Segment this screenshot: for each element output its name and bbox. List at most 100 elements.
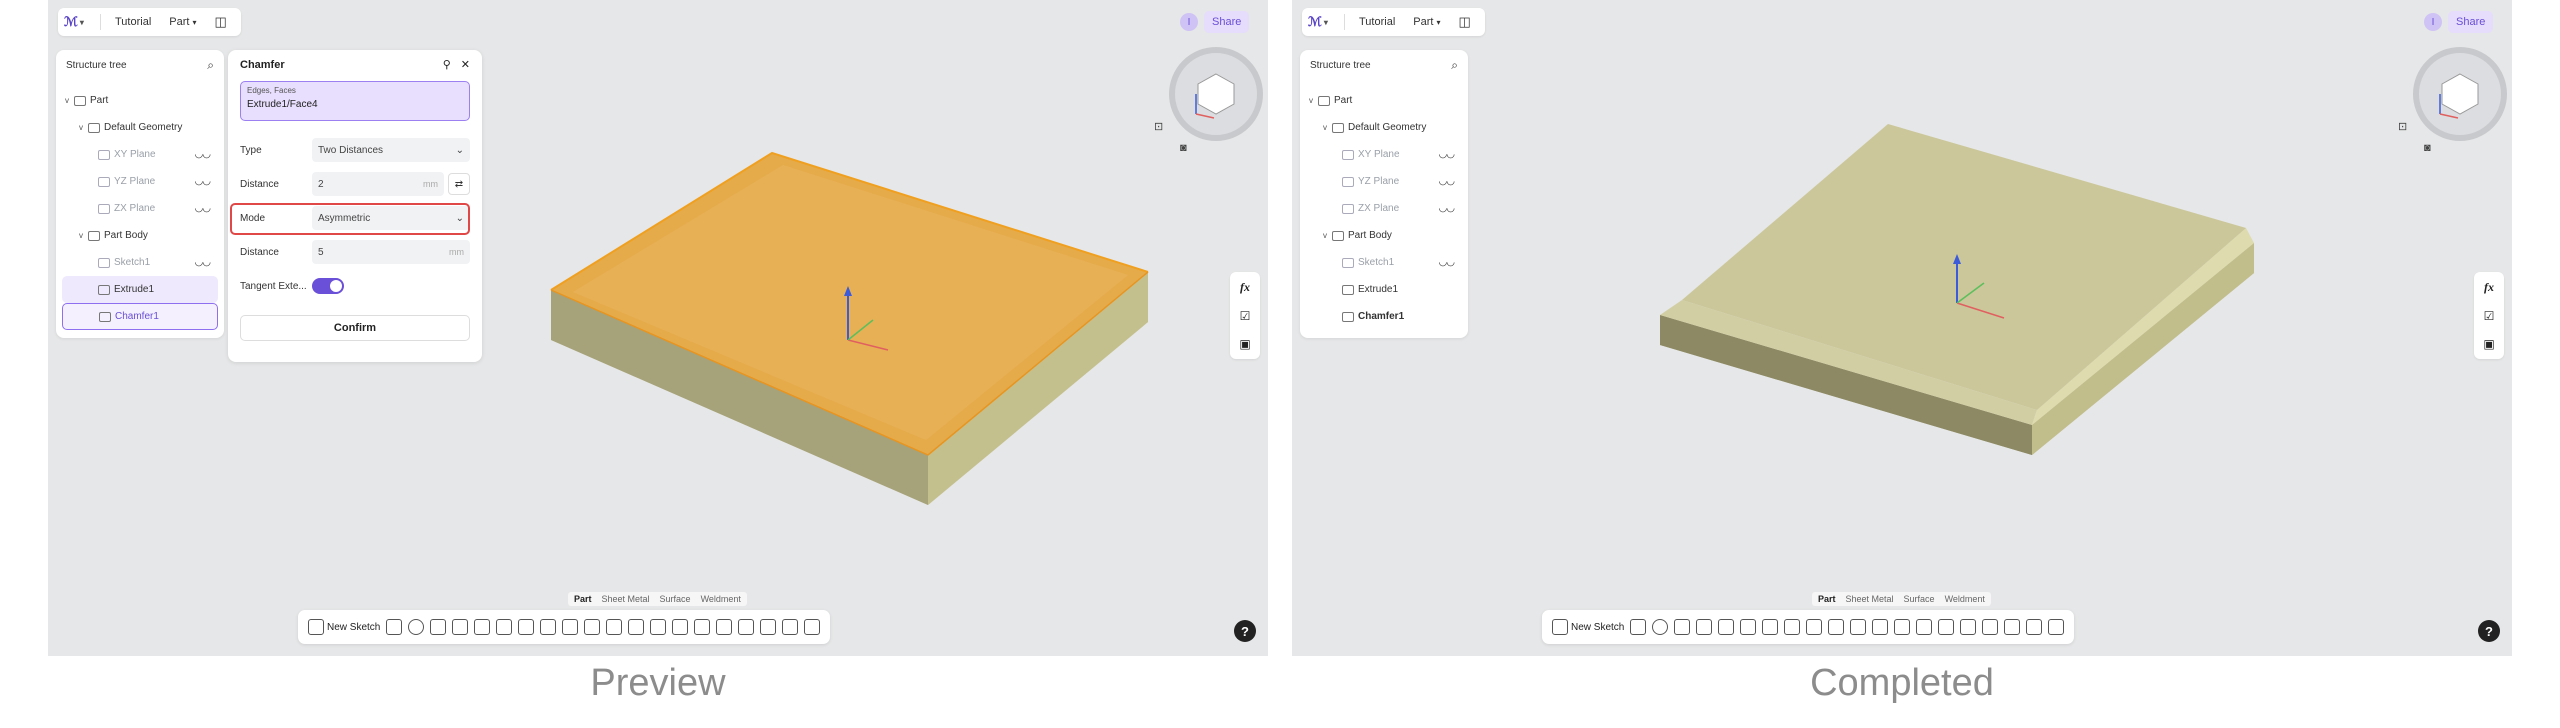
shell-icon[interactable] — [584, 619, 601, 635]
app-logo-icon[interactable]: ℳ ▾ — [64, 14, 94, 30]
properties-icon[interactable]: ▣ — [1239, 337, 1250, 351]
camera-icon[interactable]: ◙ — [2424, 142, 2431, 154]
pin-icon[interactable]: ⚲ — [443, 58, 451, 71]
hole-icon[interactable] — [1740, 619, 1757, 635]
panel-toggle-icon[interactable]: ◫ — [206, 10, 234, 34]
mirror-icon[interactable] — [1894, 619, 1911, 635]
formula-icon[interactable]: fx — [2484, 280, 2494, 295]
selection-field[interactable]: Edges, Faces Extrude1/Face4 — [240, 81, 470, 121]
draft-icon[interactable] — [1806, 619, 1823, 635]
new-sketch-button[interactable]: New Sketch — [1552, 619, 1624, 635]
rib-icon[interactable] — [474, 619, 491, 635]
tab-weldment[interactable]: Weldment — [701, 594, 741, 604]
mirror-icon[interactable] — [650, 619, 667, 635]
help-button[interactable]: ? — [2478, 620, 2500, 642]
tree-item-zx-plane[interactable]: ZX Plane ◡◡ — [62, 195, 218, 222]
sweep-icon[interactable] — [1674, 619, 1691, 635]
formula-icon[interactable]: fx — [1240, 280, 1250, 295]
search-icon[interactable]: ⌕ — [207, 58, 214, 73]
visibility-hidden-icon[interactable]: ◡◡ — [1439, 149, 1455, 160]
tree-item-sketch1[interactable]: Sketch1 ◡◡ — [62, 249, 218, 276]
thicken-icon[interactable] — [1850, 619, 1867, 635]
measure-icon[interactable] — [760, 619, 777, 635]
sweep-icon[interactable] — [430, 619, 447, 635]
tree-item-extrude1[interactable]: Extrude1 — [1306, 276, 1462, 303]
avatar[interactable]: I — [2424, 13, 2442, 31]
tree-item-chamfer1[interactable]: Chamfer1 — [62, 303, 218, 330]
tab-sheet-metal[interactable]: Sheet Metal — [602, 594, 650, 604]
tab-sheet-metal[interactable]: Sheet Metal — [1846, 594, 1894, 604]
avatar[interactable]: I — [1180, 13, 1198, 31]
tab-surface[interactable]: Surface — [1904, 594, 1935, 604]
extrude-icon[interactable] — [1630, 619, 1647, 635]
tab-part[interactable]: Part — [574, 594, 592, 604]
fillet-icon[interactable] — [1762, 619, 1779, 635]
combine-icon[interactable] — [1982, 619, 1999, 635]
tree-item-sketch1[interactable]: Sketch1 ◡◡ — [1306, 249, 1462, 276]
thicken-icon[interactable] — [606, 619, 623, 635]
section-icon[interactable] — [782, 619, 799, 635]
chevron-down-icon[interactable]: v — [1320, 123, 1330, 132]
chevron-down-icon[interactable]: v — [1306, 96, 1316, 105]
pattern-icon[interactable] — [1872, 619, 1889, 635]
chevron-down-icon[interactable]: v — [62, 96, 72, 105]
section-icon[interactable] — [2026, 619, 2043, 635]
shell-icon[interactable] — [1828, 619, 1845, 635]
tangent-toggle[interactable] — [312, 278, 344, 294]
mode-dropdown[interactable]: Part ▾ — [1405, 12, 1448, 32]
extrude-icon[interactable] — [386, 619, 403, 635]
pattern-icon[interactable] — [628, 619, 645, 635]
flip-direction-icon[interactable]: ⇄ — [448, 173, 470, 195]
document-name[interactable]: Tutorial — [107, 12, 159, 32]
hole-icon[interactable] — [496, 619, 513, 635]
boolean-icon[interactable] — [1938, 619, 1955, 635]
tree-item-part[interactable]: v Part — [62, 87, 218, 114]
viewport-completed[interactable] — [1292, 0, 2512, 656]
search-icon[interactable]: ⌕ — [1451, 58, 1458, 73]
tree-item-default-geometry[interactable]: v Default Geometry — [62, 114, 218, 141]
tree-item-yz-plane[interactable]: YZ Plane ◡◡ — [62, 168, 218, 195]
fit-view-icon[interactable]: ⊡ — [1154, 120, 1163, 133]
chevron-down-icon[interactable]: v — [76, 123, 86, 132]
chevron-down-icon[interactable]: v — [1320, 231, 1330, 240]
tab-part[interactable]: Part — [1818, 594, 1836, 604]
tree-item-part-body[interactable]: v Part Body — [1306, 222, 1462, 249]
tree-item-xy-plane[interactable]: XY Plane ◡◡ — [1306, 141, 1462, 168]
revolve-icon[interactable] — [1652, 619, 1669, 635]
visibility-hidden-icon[interactable]: ◡◡ — [195, 149, 211, 160]
tree-item-part[interactable]: v Part — [1306, 87, 1462, 114]
tree-item-part-body[interactable]: v Part Body — [62, 222, 218, 249]
app-logo-icon[interactable]: ℳ ▾ — [1308, 14, 1338, 30]
tree-item-yz-plane[interactable]: YZ Plane ◡◡ — [1306, 168, 1462, 195]
document-name[interactable]: Tutorial — [1351, 12, 1403, 32]
draft-icon[interactable] — [562, 619, 579, 635]
boolean-icon[interactable] — [694, 619, 711, 635]
loft-icon[interactable] — [452, 619, 469, 635]
combine-icon[interactable] — [738, 619, 755, 635]
checklist-icon[interactable]: ☑ — [2484, 309, 2495, 323]
tab-surface[interactable]: Surface — [660, 594, 691, 604]
view-cube[interactable] — [2410, 44, 2510, 144]
visibility-hidden-icon[interactable]: ◡◡ — [1439, 203, 1455, 214]
camera-icon[interactable]: ◙ — [1180, 142, 1187, 154]
measure-icon[interactable] — [2004, 619, 2021, 635]
help-button[interactable]: ? — [1234, 620, 1256, 642]
move-icon[interactable] — [672, 619, 689, 635]
properties-icon[interactable]: ▣ — [2483, 337, 2494, 351]
mode-dropdown[interactable]: Part ▾ — [161, 12, 204, 32]
close-icon[interactable]: ✕ — [461, 58, 470, 71]
visibility-hidden-icon[interactable]: ◡◡ — [195, 176, 211, 187]
new-sketch-button[interactable]: New Sketch — [308, 619, 380, 635]
revolve-icon[interactable] — [408, 619, 425, 635]
visibility-hidden-icon[interactable]: ◡◡ — [195, 257, 211, 268]
share-button[interactable]: Share — [2448, 11, 2494, 33]
chamfer-icon[interactable] — [1784, 619, 1801, 635]
tree-item-zx-plane[interactable]: ZX Plane ◡◡ — [1306, 195, 1462, 222]
visibility-hidden-icon[interactable]: ◡◡ — [195, 203, 211, 214]
fit-view-icon[interactable]: ⊡ — [2398, 120, 2407, 133]
share-button[interactable]: Share — [1204, 11, 1250, 33]
distance1-input[interactable]: 2 mm — [312, 172, 444, 196]
confirm-button[interactable]: Confirm — [240, 315, 470, 341]
tab-weldment[interactable]: Weldment — [1945, 594, 1985, 604]
visibility-hidden-icon[interactable]: ◡◡ — [1439, 257, 1455, 268]
